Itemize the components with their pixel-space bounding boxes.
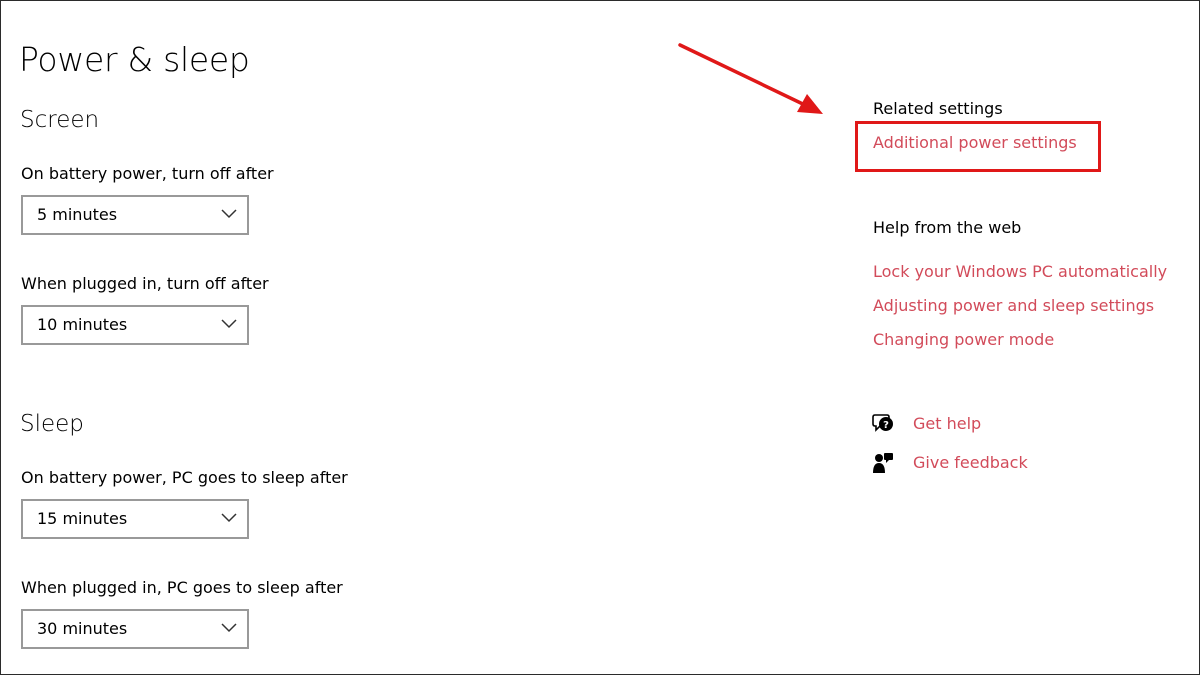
help-link-lock-pc[interactable]: Lock your Windows PC automatically bbox=[873, 261, 1167, 283]
screen-battery-label: On battery power, turn off after bbox=[21, 164, 274, 183]
page-title: Power & sleep bbox=[19, 40, 250, 79]
sleep-battery-dropdown[interactable]: 15 minutes bbox=[21, 499, 249, 539]
screen-battery-dropdown[interactable]: 5 minutes bbox=[21, 195, 249, 235]
help-from-web-heading: Help from the web bbox=[873, 218, 1022, 237]
help-link-adjusting-power[interactable]: Adjusting power and sleep settings bbox=[873, 295, 1154, 317]
screen-battery-value: 5 minutes bbox=[37, 205, 118, 224]
chevron-down-icon bbox=[221, 209, 237, 219]
give-feedback-link[interactable]: Give feedback bbox=[913, 452, 1028, 474]
svg-text:?: ? bbox=[883, 420, 889, 431]
sleep-plugged-label: When plugged in, PC goes to sleep after bbox=[21, 578, 343, 597]
feedback-person-icon bbox=[873, 453, 893, 473]
screen-plugged-label: When plugged in, turn off after bbox=[21, 274, 269, 293]
chevron-down-icon bbox=[221, 623, 237, 633]
related-settings-heading: Related settings bbox=[873, 99, 1003, 118]
help-link-changing-power-mode[interactable]: Changing power mode bbox=[873, 329, 1054, 351]
screen-heading: Screen bbox=[20, 107, 100, 133]
annotation-arrow-icon bbox=[678, 43, 823, 114]
screen-plugged-value: 10 minutes bbox=[37, 315, 128, 334]
sleep-battery-label: On battery power, PC goes to sleep after bbox=[21, 468, 348, 487]
get-help-link[interactable]: Get help bbox=[913, 413, 981, 435]
sleep-heading: Sleep bbox=[20, 411, 84, 437]
sleep-plugged-value: 30 minutes bbox=[37, 619, 128, 638]
help-chat-icon: ? bbox=[872, 414, 893, 432]
additional-power-settings-link[interactable]: Additional power settings bbox=[873, 132, 1077, 154]
chevron-down-icon bbox=[221, 513, 237, 523]
sleep-battery-value: 15 minutes bbox=[37, 509, 128, 528]
chevron-down-icon bbox=[221, 319, 237, 329]
sleep-plugged-dropdown[interactable]: 30 minutes bbox=[21, 609, 249, 649]
screen-plugged-dropdown[interactable]: 10 minutes bbox=[21, 305, 249, 345]
